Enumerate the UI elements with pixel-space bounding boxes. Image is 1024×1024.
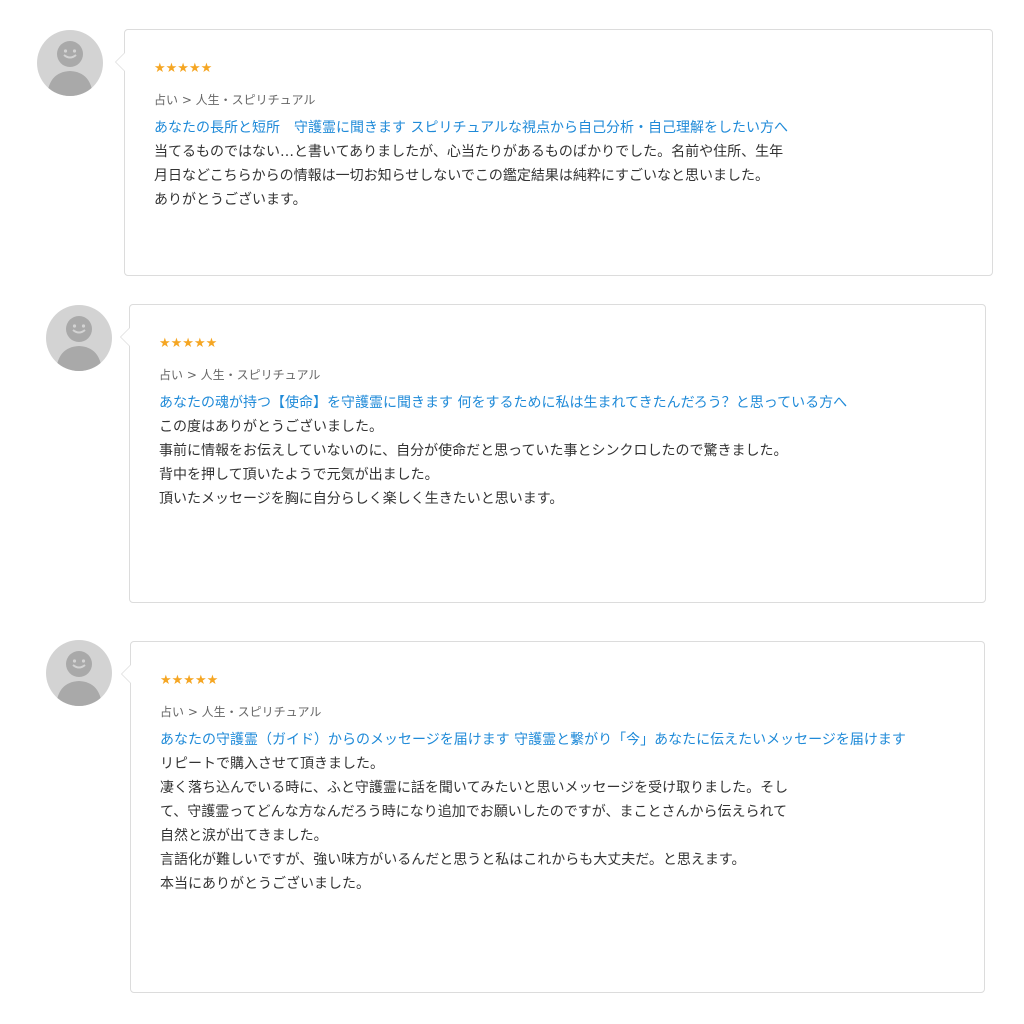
review-body-line: 背中を押して頂いたようで元気が出ました。 bbox=[159, 467, 439, 483]
review-body-line: 自然と涙が出てきました。 bbox=[160, 828, 328, 844]
user-avatar-icon bbox=[46, 640, 112, 706]
review-body-line: て、守護霊ってどんな方なんだろう時になり追加でお願いしたのですが、まことさんから… bbox=[160, 804, 788, 820]
user-avatar-icon bbox=[46, 305, 112, 371]
service-title-link[interactable]: あなたの長所と短所 守護霊に聞きます スピリチュアルな視点から自己分析・自己理解… bbox=[154, 116, 968, 140]
review-category: 占い > 人生・スピリチュアル bbox=[154, 93, 316, 107]
review-body: リピートで購入させて頂きました。 凄く落ち込んでいる時に、ふと守護霊に話を聞いて… bbox=[160, 752, 960, 896]
user-avatar-icon bbox=[37, 30, 103, 96]
review-body-line: 凄く落ち込んでいる時に、ふと守護霊に話を聞いてみたいと思いメッセージを受け取りま… bbox=[160, 780, 789, 796]
review-body-line: 言語化が難しいですが、強い味方がいるんだと思うと私はこれからも大丈夫だ。と思えま… bbox=[160, 852, 746, 868]
review-body-line: 月日などこちらからの情報は一切お知らせしないでこの鑑定結果は純粋にすごいなと思い… bbox=[154, 168, 770, 184]
review-body: 当てるものではない…と書いてありましたが、心当たりがあるものばかりでした。名前や… bbox=[154, 140, 968, 212]
review-category: 占い > 人生・スピリチュアル bbox=[160, 705, 322, 719]
rating-stars-icon: ★★★★★ bbox=[154, 61, 213, 76]
review-body-line: 当てるものではない…と書いてありましたが、心当たりがあるものばかりでした。名前や… bbox=[154, 144, 784, 160]
review-body-line: 本当にありがとうございました。 bbox=[160, 876, 370, 892]
rating-stars-icon: ★★★★★ bbox=[160, 673, 219, 688]
review-body-line: リピートで購入させて頂きました。 bbox=[160, 756, 384, 772]
review-category: 占い > 人生・スピリチュアル bbox=[159, 368, 321, 382]
review-card: ★★★★★ 占い > 人生・スピリチュアル あなたの魂が持つ【使命】を守護霊に聞… bbox=[120, 304, 986, 603]
service-title-link[interactable]: あなたの魂が持つ【使命】を守護霊に聞きます 何をするために私は生まれてきたんだろ… bbox=[159, 391, 961, 415]
review-body-line: 頂いたメッセージを胸に自分らしく楽しく生きたいと思います。 bbox=[159, 491, 564, 507]
service-title-link[interactable]: あなたの守護霊（ガイド）からのメッセージを届けます 守護霊と繋がり「今」あなたに… bbox=[160, 728, 960, 752]
review-body-line: 事前に情報をお伝えしていないのに、自分が使命だと思っていた事とシンクロしたので驚… bbox=[159, 443, 788, 459]
rating-stars-icon: ★★★★★ bbox=[159, 336, 218, 351]
review-body-line: この度はありがとうございました。 bbox=[159, 419, 383, 435]
review-card: ★★★★★ 占い > 人生・スピリチュアル あなたの守護霊（ガイド）からのメッセ… bbox=[121, 641, 985, 993]
review-card: ★★★★★ 占い > 人生・スピリチュアル あなたの長所と短所 守護霊に聞きます… bbox=[115, 29, 993, 276]
review-body: この度はありがとうございました。 事前に情報をお伝えしていないのに、自分が使命だ… bbox=[159, 415, 961, 511]
review-body-line: ありがとうございます。 bbox=[154, 192, 307, 208]
